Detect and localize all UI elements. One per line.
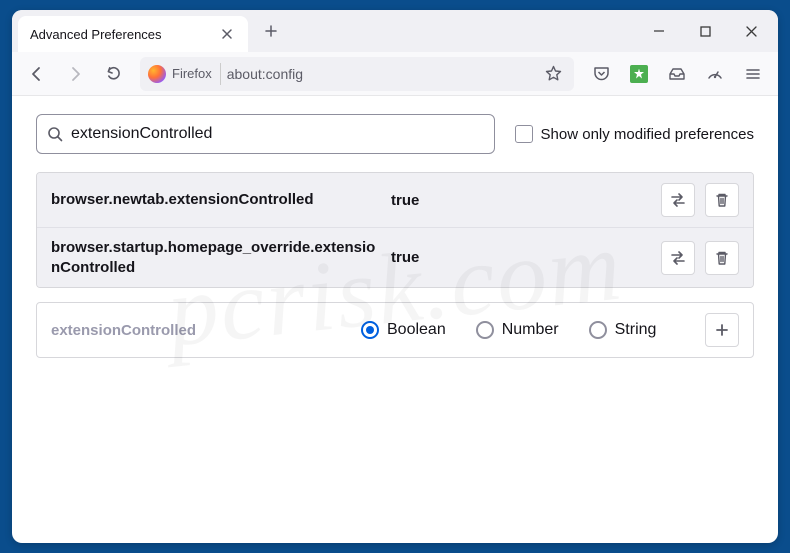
window-controls xyxy=(636,11,778,51)
radio-label: Number xyxy=(502,321,559,339)
maximize-icon xyxy=(700,26,711,37)
search-input[interactable] xyxy=(71,125,484,143)
titlebar: Advanced Preferences xyxy=(12,10,778,52)
pref-name: browser.newtab.extensionControlled xyxy=(51,190,381,210)
browser-tab[interactable]: Advanced Preferences xyxy=(18,16,248,52)
plus-icon xyxy=(714,322,730,338)
toggle-button[interactable] xyxy=(661,183,695,217)
toggle-arrows-icon xyxy=(669,191,687,209)
pref-row[interactable]: browser.startup.homepage_override.extens… xyxy=(37,228,753,287)
url-bar[interactable]: Firefox about:config xyxy=(140,57,574,91)
radio-boolean[interactable]: Boolean xyxy=(361,321,446,339)
close-icon xyxy=(745,25,758,38)
radio-icon xyxy=(589,321,607,339)
search-box[interactable] xyxy=(36,114,495,154)
pref-value: true xyxy=(391,249,651,266)
trash-icon xyxy=(714,250,730,266)
search-row: Show only modified preferences xyxy=(36,114,754,154)
radio-icon xyxy=(361,321,379,339)
window-close-button[interactable] xyxy=(728,11,774,51)
toggle-button[interactable] xyxy=(661,241,695,275)
arrow-left-icon xyxy=(28,65,46,83)
radio-label: Boolean xyxy=(387,321,446,339)
prefs-list: browser.newtab.extensionControlled true … xyxy=(36,172,754,288)
modified-only-checkbox[interactable]: Show only modified preferences xyxy=(515,125,754,143)
minimize-icon xyxy=(653,25,665,37)
pref-row[interactable]: browser.newtab.extensionControlled true xyxy=(37,173,753,228)
url-text: about:config xyxy=(227,66,534,82)
radio-number[interactable]: Number xyxy=(476,321,559,339)
inbox-icon xyxy=(668,65,686,83)
minimize-button[interactable] xyxy=(636,11,682,51)
browser-window: Advanced Preferences xyxy=(12,10,778,543)
menu-button[interactable] xyxy=(736,57,770,91)
star-icon xyxy=(545,65,562,82)
hamburger-icon xyxy=(745,66,761,82)
inbox-button[interactable] xyxy=(660,57,694,91)
reload-button[interactable] xyxy=(96,57,130,91)
radio-label: String xyxy=(615,321,657,339)
pref-value: true xyxy=(391,192,651,209)
pocket-button[interactable] xyxy=(584,57,618,91)
delete-button[interactable] xyxy=(705,241,739,275)
forward-button[interactable] xyxy=(58,57,92,91)
firefox-logo-icon xyxy=(148,65,166,83)
pref-name: browser.startup.homepage_override.extens… xyxy=(51,238,381,277)
identity-label: Firefox xyxy=(172,66,212,81)
tab-title: Advanced Preferences xyxy=(30,27,210,42)
arrow-right-icon xyxy=(66,65,84,83)
checkbox-icon xyxy=(515,125,533,143)
plus-icon xyxy=(264,24,278,38)
radio-string[interactable]: String xyxy=(589,321,657,339)
bookmark-button[interactable] xyxy=(540,61,566,87)
extension-icon xyxy=(630,65,648,83)
pocket-icon xyxy=(593,65,610,82)
navigation-toolbar: Firefox about:config xyxy=(12,52,778,96)
checkbox-label: Show only modified preferences xyxy=(541,126,754,143)
identity-box[interactable]: Firefox xyxy=(148,63,221,85)
delete-button[interactable] xyxy=(705,183,739,217)
new-pref-name: extensionControlled xyxy=(51,322,351,339)
radio-icon xyxy=(476,321,494,339)
close-tab-button[interactable] xyxy=(218,25,236,43)
type-radio-group: Boolean Number String xyxy=(361,321,695,339)
trash-icon xyxy=(714,192,730,208)
add-pref-button[interactable] xyxy=(705,313,739,347)
toggle-arrows-icon xyxy=(669,249,687,267)
close-icon xyxy=(221,28,233,40)
new-tab-button[interactable] xyxy=(256,16,286,46)
dashboard-button[interactable] xyxy=(698,57,732,91)
back-button[interactable] xyxy=(20,57,54,91)
extension-button[interactable] xyxy=(622,57,656,91)
search-icon xyxy=(47,126,63,142)
reload-icon xyxy=(105,65,122,82)
gauge-icon xyxy=(706,65,724,83)
maximize-button[interactable] xyxy=(682,11,728,51)
config-content: Show only modified preferences browser.n… xyxy=(12,96,778,543)
new-pref-row: extensionControlled Boolean Number Strin… xyxy=(36,302,754,358)
